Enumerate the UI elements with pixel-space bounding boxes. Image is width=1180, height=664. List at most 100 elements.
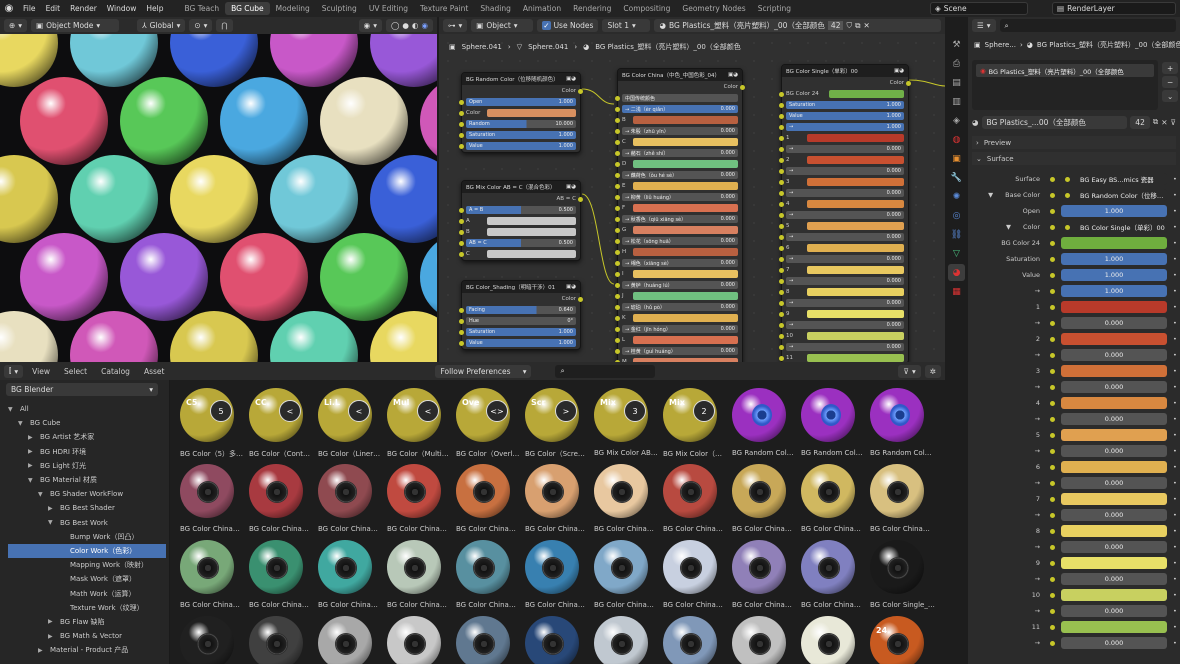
properties-editor-type-button[interactable]: ☰ ▾ — [972, 19, 996, 32]
input-socket[interactable] — [615, 348, 620, 354]
input-socket[interactable] — [615, 227, 620, 233]
menu-asset[interactable]: Asset — [139, 367, 170, 376]
material-slot-list[interactable]: ◉ BG Plastics_塑料（亮片塑料）_00（全部颜色 — [972, 60, 1158, 110]
material-icon[interactable]: ◕ — [948, 264, 965, 281]
input-socket[interactable] — [615, 139, 620, 145]
expanded-icon[interactable]: ▼ — [8, 406, 16, 413]
keyframe-dot-icon[interactable]: • — [1173, 303, 1177, 311]
visibility-button[interactable]: ◉ ▾ — [358, 19, 382, 32]
menu-window[interactable]: Window — [102, 4, 142, 13]
keyframe-dot-icon[interactable]: • — [1173, 511, 1177, 519]
workspace-tab[interactable]: UV Editing — [363, 2, 414, 15]
color-swatch[interactable] — [807, 200, 904, 208]
socket-dot[interactable] — [1050, 560, 1055, 566]
keyframe-dot-icon[interactable]: • — [1173, 255, 1177, 263]
asset-item[interactable]: 3 Mix BG Mix Color AB… — [586, 384, 658, 460]
keyframe-dot-icon[interactable]: • — [1173, 495, 1177, 503]
input-socket[interactable] — [779, 124, 784, 130]
output-socket[interactable] — [740, 84, 745, 90]
color-swatch[interactable] — [633, 270, 738, 278]
input-socket[interactable] — [615, 337, 620, 343]
import-method-select[interactable]: Follow Preferences ▾ — [435, 364, 532, 378]
menu-select[interactable]: Select — [59, 367, 92, 376]
color-swatch[interactable] — [633, 314, 738, 322]
node-value-field[interactable]: Random 10.000 — [466, 120, 576, 128]
expanded-icon[interactable]: ▼ — [18, 420, 26, 427]
add-slot-button[interactable]: + — [1162, 62, 1179, 74]
socket-dot[interactable] — [1050, 288, 1055, 294]
keyframe-dot-icon[interactable]: • — [1173, 527, 1177, 535]
node-value-field[interactable]: → 0.000 — [786, 277, 904, 285]
input-socket[interactable] — [459, 207, 464, 213]
asset-item[interactable] — [241, 612, 307, 664]
input-socket[interactable] — [459, 229, 464, 235]
properties-search-input[interactable]: ⌕ — [999, 19, 1176, 32]
node-value-field[interactable]: → 桂黄（guì huáng） 0.000 — [622, 347, 738, 355]
input-socket[interactable] — [615, 95, 620, 101]
node-value-field[interactable]: → 二浅（èr qiǎn） 0.000 — [622, 105, 738, 113]
workspace-tab[interactable]: Sculpting — [316, 2, 363, 15]
modifier-icon[interactable]: 🔧 — [948, 169, 965, 186]
collapsed-icon[interactable]: ▶ — [28, 448, 36, 455]
socket-dot[interactable] — [1050, 176, 1055, 182]
color-swatch[interactable] — [807, 244, 904, 252]
node-value-field[interactable]: Value 1.000 — [786, 112, 904, 120]
input-socket[interactable] — [459, 307, 464, 313]
input-socket[interactable] — [615, 249, 620, 255]
input-socket[interactable] — [615, 271, 620, 277]
socket-dot[interactable] — [1050, 480, 1055, 486]
color-field[interactable] — [1061, 525, 1167, 537]
color-swatch[interactable] — [807, 178, 904, 186]
asset-item[interactable]: < Li.L BG Color（Liner… — [310, 384, 380, 460]
value-field[interactable]: 0.000 — [1061, 477, 1167, 489]
scene-icon[interactable]: ◈ — [948, 112, 965, 129]
keyframe-dot-icon[interactable]: • — [1173, 431, 1177, 439]
asset-item[interactable]: 24 — [862, 612, 928, 664]
shading-buttons[interactable]: ◯ ● ◐ ◉ — [385, 19, 433, 32]
keyframe-dot-icon[interactable]: • — [1173, 399, 1177, 407]
socket-dot[interactable] — [1050, 400, 1055, 406]
node-value-field[interactable]: → 0.000 — [786, 189, 904, 197]
color-swatch[interactable] — [807, 332, 904, 340]
node-header[interactable]: BG Mix Color AB = C（混合色彩） ▣◕ — [462, 181, 580, 193]
catalog-item[interactable]: Texture Work（纹理） — [0, 601, 169, 615]
tool-icon[interactable]: ⚒ — [948, 36, 965, 53]
color-field[interactable] — [1061, 493, 1167, 505]
editor-type-button[interactable]: ⊕ ▾ — [4, 19, 28, 32]
socket-dot[interactable] — [1050, 640, 1055, 646]
asset-item[interactable]: BG Color China… — [793, 460, 861, 536]
asset-item[interactable]: 5 C5 BG Color（5）多… — [172, 384, 243, 460]
snap-button[interactable]: ⋂ — [216, 19, 233, 32]
panel-surface[interactable]: ⌄ Surface — [972, 152, 1176, 165]
node-value-field[interactable]: Open 1.000 — [466, 98, 576, 106]
color-field[interactable] — [1061, 301, 1167, 313]
catalog-item[interactable]: ▶ BG Flaw 缺陷 — [0, 615, 169, 629]
asset-item[interactable] — [379, 612, 445, 664]
color-swatch[interactable] — [807, 288, 904, 296]
duplicate-icon[interactable]: ⧉ — [1153, 117, 1158, 127]
socket-dot[interactable] — [1050, 624, 1055, 630]
input-socket[interactable] — [779, 311, 784, 317]
catalog-item[interactable]: ▼ BG Cube — [0, 416, 169, 430]
expanded-icon[interactable]: ▼ — [28, 477, 36, 484]
value-field[interactable]: 0.000 — [1061, 381, 1167, 393]
asset-item[interactable]: < CC BG Color（Cont… — [241, 384, 310, 460]
color-swatch[interactable] — [807, 310, 904, 318]
color-swatch[interactable] — [807, 266, 904, 274]
value-field[interactable]: 0.000 — [1061, 541, 1167, 553]
color-swatch[interactable] — [633, 226, 738, 234]
menu-view[interactable]: View — [27, 367, 55, 376]
input-socket[interactable] — [615, 117, 620, 123]
color-field[interactable] — [1061, 397, 1167, 409]
color-swatch[interactable] — [487, 228, 576, 236]
input-socket[interactable] — [459, 143, 464, 149]
color-field[interactable] — [1061, 237, 1167, 249]
node-value-field[interactable]: → 琥珀（hǔ pò） 0.000 — [622, 303, 738, 311]
keyframe-dot-icon[interactable]: • — [1173, 207, 1177, 215]
color-swatch[interactable] — [633, 204, 738, 212]
constraints-icon[interactable]: ⛓ — [948, 226, 965, 243]
collapsed-icon[interactable]: ▶ — [28, 434, 36, 441]
color-field[interactable] — [1061, 365, 1167, 377]
catalog-item[interactable]: ▼ All — [0, 402, 169, 416]
particles-icon[interactable]: ✺ — [948, 188, 965, 205]
